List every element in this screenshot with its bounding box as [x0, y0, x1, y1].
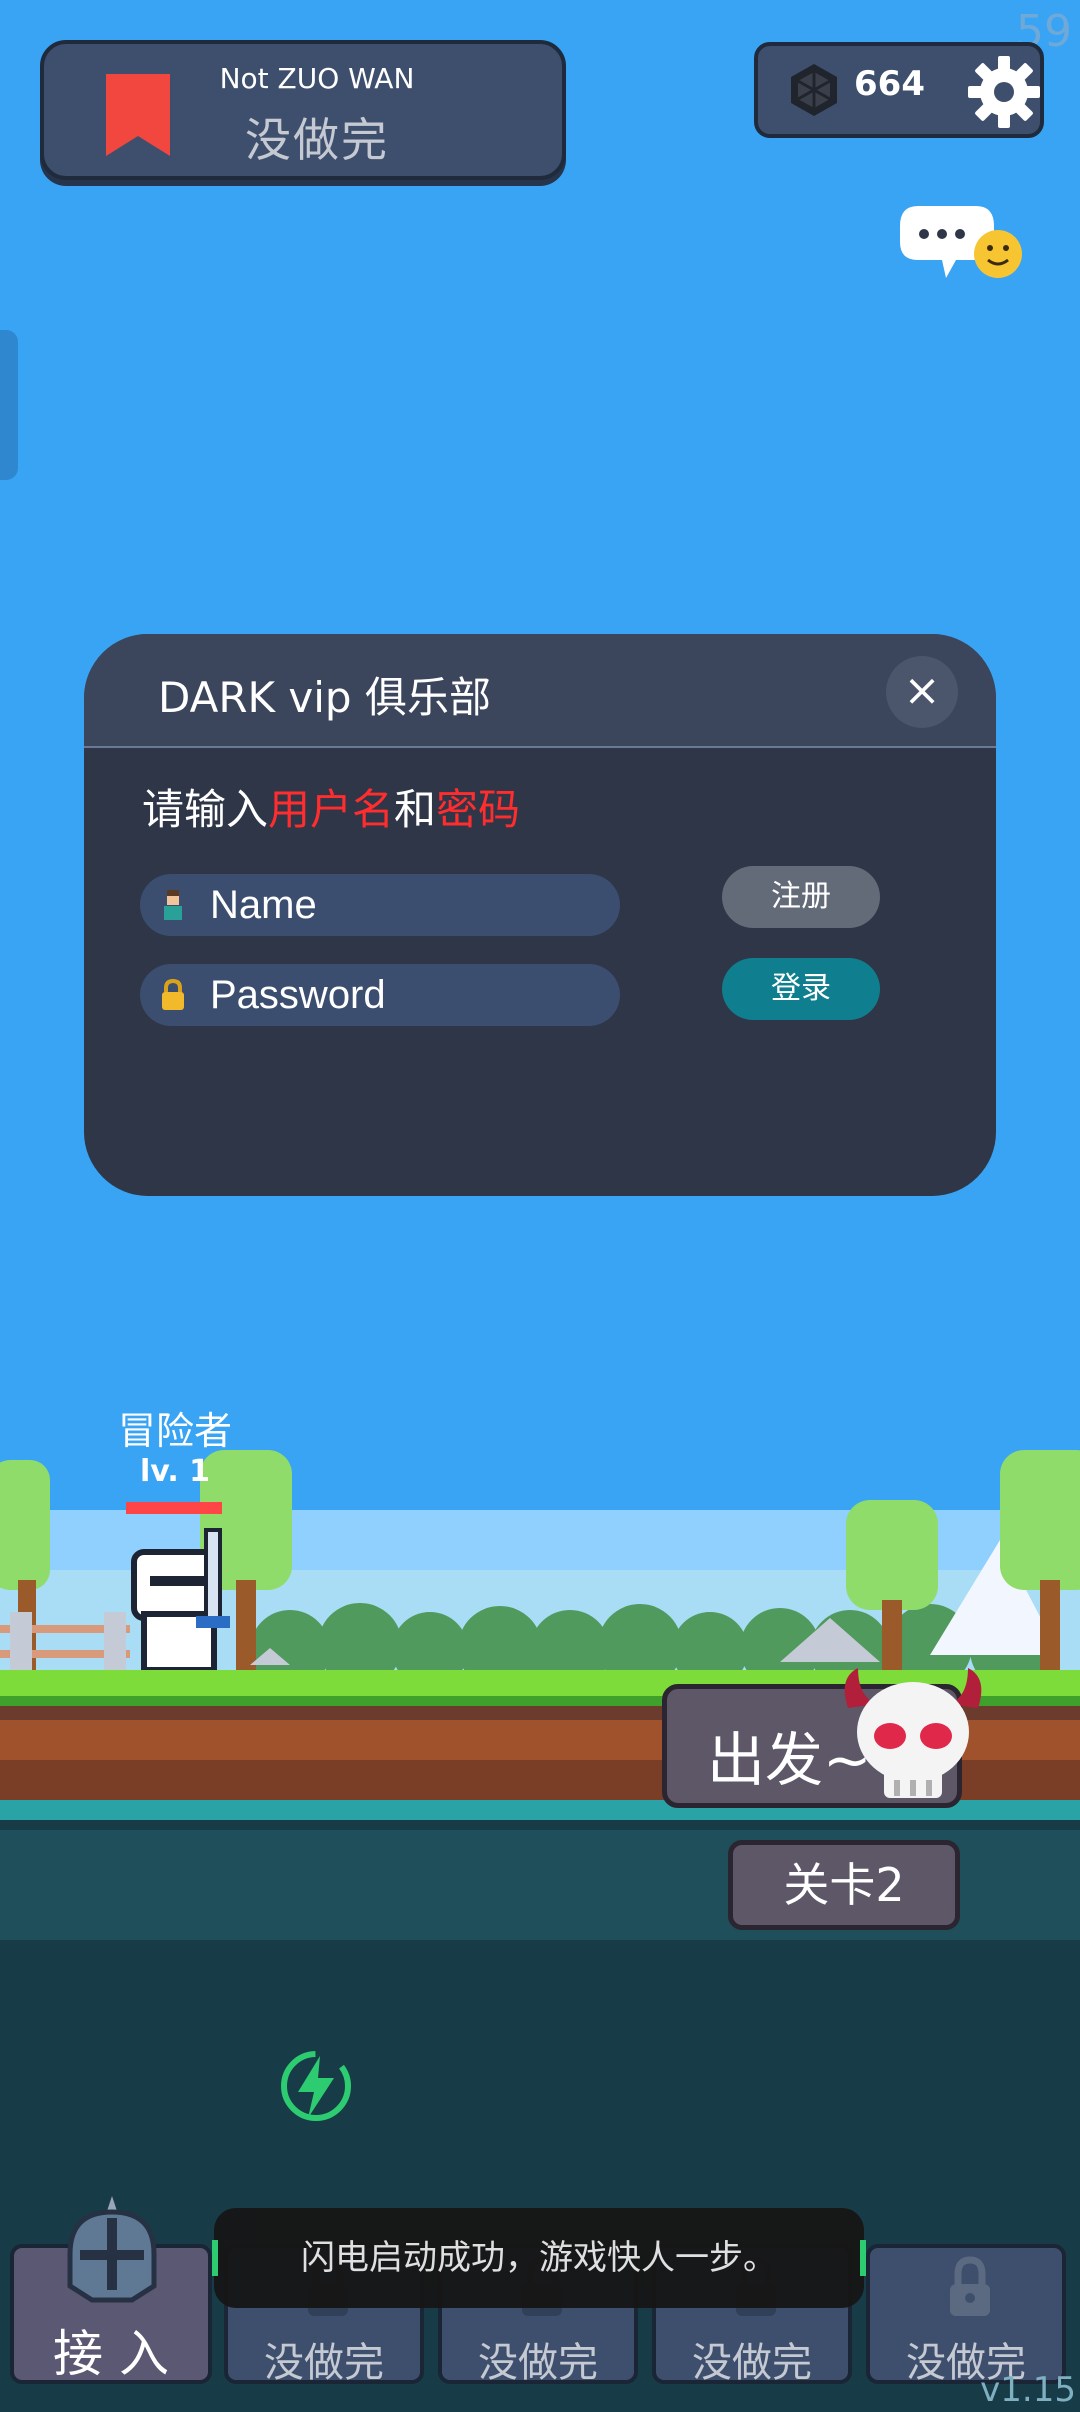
top-banner[interactable]: Not ZUO WAN 没做完: [40, 40, 566, 180]
banner-subtitle: Not ZUO WAN: [219, 62, 415, 95]
register-button[interactable]: 注册: [722, 866, 880, 928]
lock-icon: [950, 2256, 990, 2316]
prompt-and: 和: [394, 785, 437, 834]
lightning-icon[interactable]: [280, 2048, 352, 2124]
currency-amount: 664: [854, 64, 925, 104]
nav-item-5[interactable]: 没做完: [866, 2244, 1066, 2386]
chat-bubble-icon[interactable]: [898, 198, 1024, 294]
name-field[interactable]: [140, 874, 620, 936]
nav-label: 没做完: [478, 2340, 598, 2386]
knight-sprite: [131, 1528, 230, 1673]
prompt-username: 用户名: [268, 785, 395, 834]
user-icon: [164, 890, 182, 920]
lock-icon: [162, 978, 184, 1010]
dialog-title: DARK vip 俱乐部: [158, 673, 491, 722]
prompt-password: 密码: [436, 785, 521, 834]
password-input[interactable]: [210, 964, 610, 1026]
toast-edge-right: [860, 2240, 866, 2276]
currency-box: 664: [754, 42, 1044, 138]
gem-icon: [791, 64, 837, 116]
login-button[interactable]: 登录: [722, 958, 880, 1020]
prompt-text: 请输入: [142, 785, 269, 834]
nav-label: 没做完: [264, 2340, 384, 2386]
close-button[interactable]: ×: [886, 656, 958, 728]
toast-edge-left: [212, 2240, 218, 2276]
helmet-icon: [67, 2196, 157, 2303]
password-field[interactable]: [140, 964, 620, 1026]
banner-title: 没做完: [245, 113, 389, 167]
version-label: v1.15: [980, 2370, 1076, 2410]
skull-icon: [844, 1668, 982, 1798]
nav-label: 没做完: [692, 2340, 812, 2386]
hero-level: lv. 1: [139, 1454, 211, 1489]
hero-name: 冒险者: [117, 1409, 232, 1453]
login-prompt: 请输入用户名和密码: [142, 776, 520, 837]
gear-icon[interactable]: [964, 52, 1044, 132]
side-drawer-tab[interactable]: [0, 330, 18, 480]
hero-hp-bar: [126, 1502, 222, 1514]
nav-label: 接 入: [53, 2325, 169, 2383]
dialog-header: DARK vip 俱乐部 ×: [84, 634, 996, 748]
name-input[interactable]: [210, 874, 610, 936]
level-button[interactable]: 关卡2: [728, 1840, 960, 1930]
login-dialog: DARK vip 俱乐部 × 请输入用户名和密码 注册 登录: [84, 634, 996, 1196]
toast-message: 闪电启动成功，游戏快人一步。: [214, 2208, 864, 2308]
